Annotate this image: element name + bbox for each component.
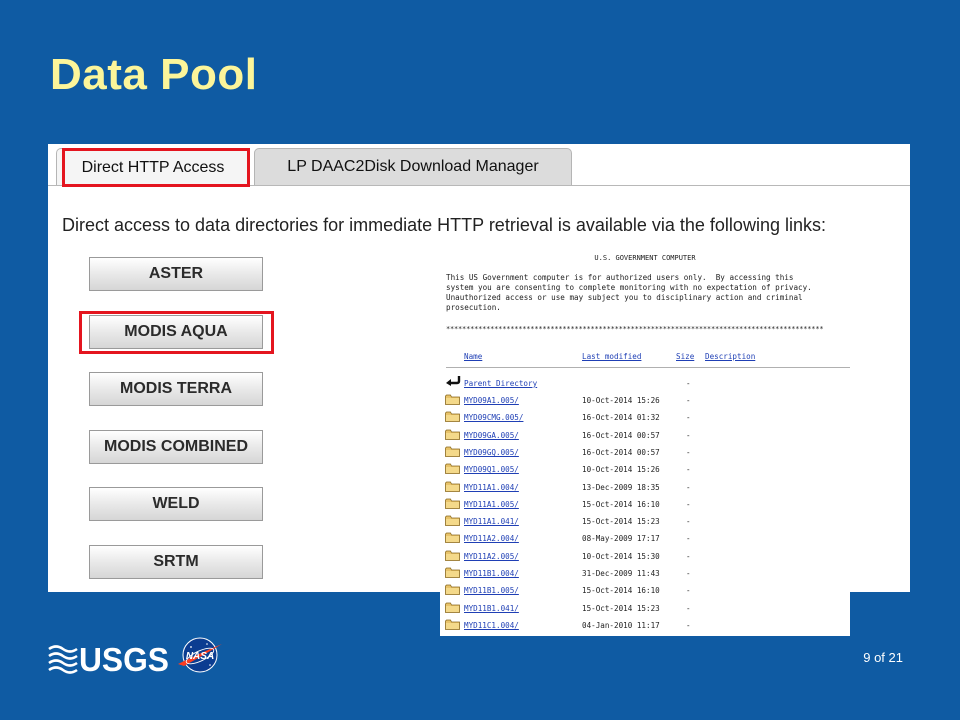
aster-button[interactable]: ASTER — [89, 257, 263, 291]
modis-aqua-highlight-box — [79, 311, 274, 354]
directory-entry-modified: 10-Oct-2014 15:26 — [582, 396, 660, 405]
directory-entry-modified: 16-Oct-2014 01:32 — [582, 413, 660, 422]
folder-icon — [445, 481, 460, 492]
folder-icon — [445, 411, 460, 422]
directory-entry-link[interactable]: MYD09GQ.005/ — [464, 448, 519, 457]
directory-entry-modified: 16-Oct-2014 00:57 — [582, 448, 660, 457]
folder-icon — [445, 567, 460, 578]
directory-entry-modified: 04-Jan-2010 11:17 — [582, 621, 660, 630]
directory-entry-modified: 10-Oct-2014 15:26 — [582, 465, 660, 474]
folder-icon — [445, 394, 460, 405]
directory-entry-link[interactable]: MYD11A1.041/ — [464, 517, 519, 526]
directory-entry-size: - — [686, 534, 691, 543]
folder-icon — [445, 498, 460, 509]
directory-entry-link[interactable]: MYD09A1.005/ — [464, 396, 519, 405]
directory-entry-link[interactable]: MYD11B1.041/ — [464, 604, 519, 613]
directory-entry-size: - — [686, 604, 691, 613]
directory-entry-modified: 31-Dec-2009 11:43 — [582, 569, 660, 578]
directory-entry-modified: 08-May-2009 17:17 — [582, 534, 660, 543]
directory-entry-link[interactable]: MYD11B1.005/ — [464, 586, 519, 595]
folder-icon — [445, 515, 460, 526]
folder-icon — [445, 532, 460, 543]
notice-title: U.S. GOVERNMENT COMPUTER — [594, 254, 696, 262]
directory-entry-link[interactable]: MYD09Q1.005/ — [464, 465, 519, 474]
folder-icon — [445, 602, 460, 613]
directory-entry-size: - — [686, 500, 691, 509]
parent-size: - — [686, 379, 691, 388]
column-description-link[interactable]: Description — [705, 352, 755, 361]
directory-entry-size: - — [686, 586, 691, 595]
directory-entry-link[interactable]: MYD11A1.004/ — [464, 483, 519, 492]
modis-combined-button[interactable]: MODIS COMBINED — [89, 430, 263, 464]
directory-entry-link[interactable]: MYD11A1.005/ — [464, 500, 519, 509]
nasa-meatball-logo: NASA — [178, 637, 222, 673]
usgs-wordmark: USGS — [79, 641, 169, 674]
directory-entry-size: - — [686, 396, 691, 405]
directory-entry-size: - — [686, 448, 691, 457]
intro-text: Direct access to data directories for im… — [62, 215, 826, 235]
notice-line: Unauthorized access or use may subject y… — [446, 293, 803, 302]
notice-line: This US Government computer is for autho… — [446, 273, 794, 282]
column-size-link[interactable]: Size — [676, 352, 694, 361]
directory-entry-modified: 15-Oct-2014 15:23 — [582, 604, 660, 613]
svg-text:NASA: NASA — [186, 651, 214, 662]
tab-daac2disk-download-manager[interactable]: LP DAAC2Disk Download Manager — [254, 148, 572, 185]
directory-entry-link[interactable]: MYD09CMG.005/ — [464, 413, 523, 422]
notice-separator: ****************************************… — [446, 325, 824, 333]
column-name-link[interactable]: Name — [464, 352, 482, 361]
directory-entry-modified: 10-Oct-2014 15:30 — [582, 552, 660, 561]
directory-entry-modified: 16-Oct-2014 00:57 — [582, 431, 660, 440]
directory-entry-link[interactable]: MYD09GA.005/ — [464, 431, 519, 440]
folder-icon — [445, 429, 460, 440]
directory-entry-size: - — [686, 569, 691, 578]
folder-icon — [445, 446, 460, 457]
directory-entry-link[interactable]: MYD11B1.004/ — [464, 569, 519, 578]
back-arrow-icon — [446, 376, 461, 386]
folder-icon — [445, 463, 460, 474]
column-divider — [446, 367, 850, 368]
column-last-modified-link[interactable]: Last modified — [582, 352, 641, 361]
directory-entry-size: - — [686, 413, 691, 422]
weld-button[interactable]: WELD — [89, 487, 263, 521]
directory-entry-size: - — [686, 517, 691, 526]
directory-entry-size: - — [686, 621, 691, 630]
notice-line: prosecution. — [446, 303, 501, 312]
directory-entry-modified: 15-Oct-2014 16:10 — [582, 586, 660, 595]
folder-icon — [445, 550, 460, 561]
direct-http-highlight-box — [62, 148, 250, 187]
directory-entry-size: - — [686, 431, 691, 440]
srtm-button[interactable]: SRTM — [89, 545, 263, 579]
directory-entry-link[interactable]: MYD11A2.004/ — [464, 534, 519, 543]
directory-entry-size: - — [686, 483, 691, 492]
folder-icon — [445, 584, 460, 595]
directory-entry-link[interactable]: MYD11C1.004/ — [464, 621, 519, 630]
parent-directory-link[interactable]: Parent Directory — [464, 379, 537, 388]
modis-terra-button[interactable]: MODIS TERRA — [89, 372, 263, 406]
directory-entry-modified: 13-Dec-2009 18:35 — [582, 483, 660, 492]
usgs-logo: USGS — [48, 641, 169, 674]
page-number: 9 of 21 — [863, 650, 903, 665]
directory-entry-size: - — [686, 465, 691, 474]
directory-listing-screenshot: U.S. GOVERNMENT COMPUTER This US Governm… — [440, 248, 850, 636]
directory-entry-size: - — [686, 552, 691, 561]
folder-icon — [445, 619, 460, 630]
notice-line: system you are consenting to complete mo… — [446, 283, 812, 292]
directory-entry-link[interactable]: MYD11A2.005/ — [464, 552, 519, 561]
directory-entry-modified: 15-Oct-2014 16:10 — [582, 500, 660, 509]
directory-entry-modified: 15-Oct-2014 15:23 — [582, 517, 660, 526]
slide-title: Data Pool — [50, 50, 258, 99]
